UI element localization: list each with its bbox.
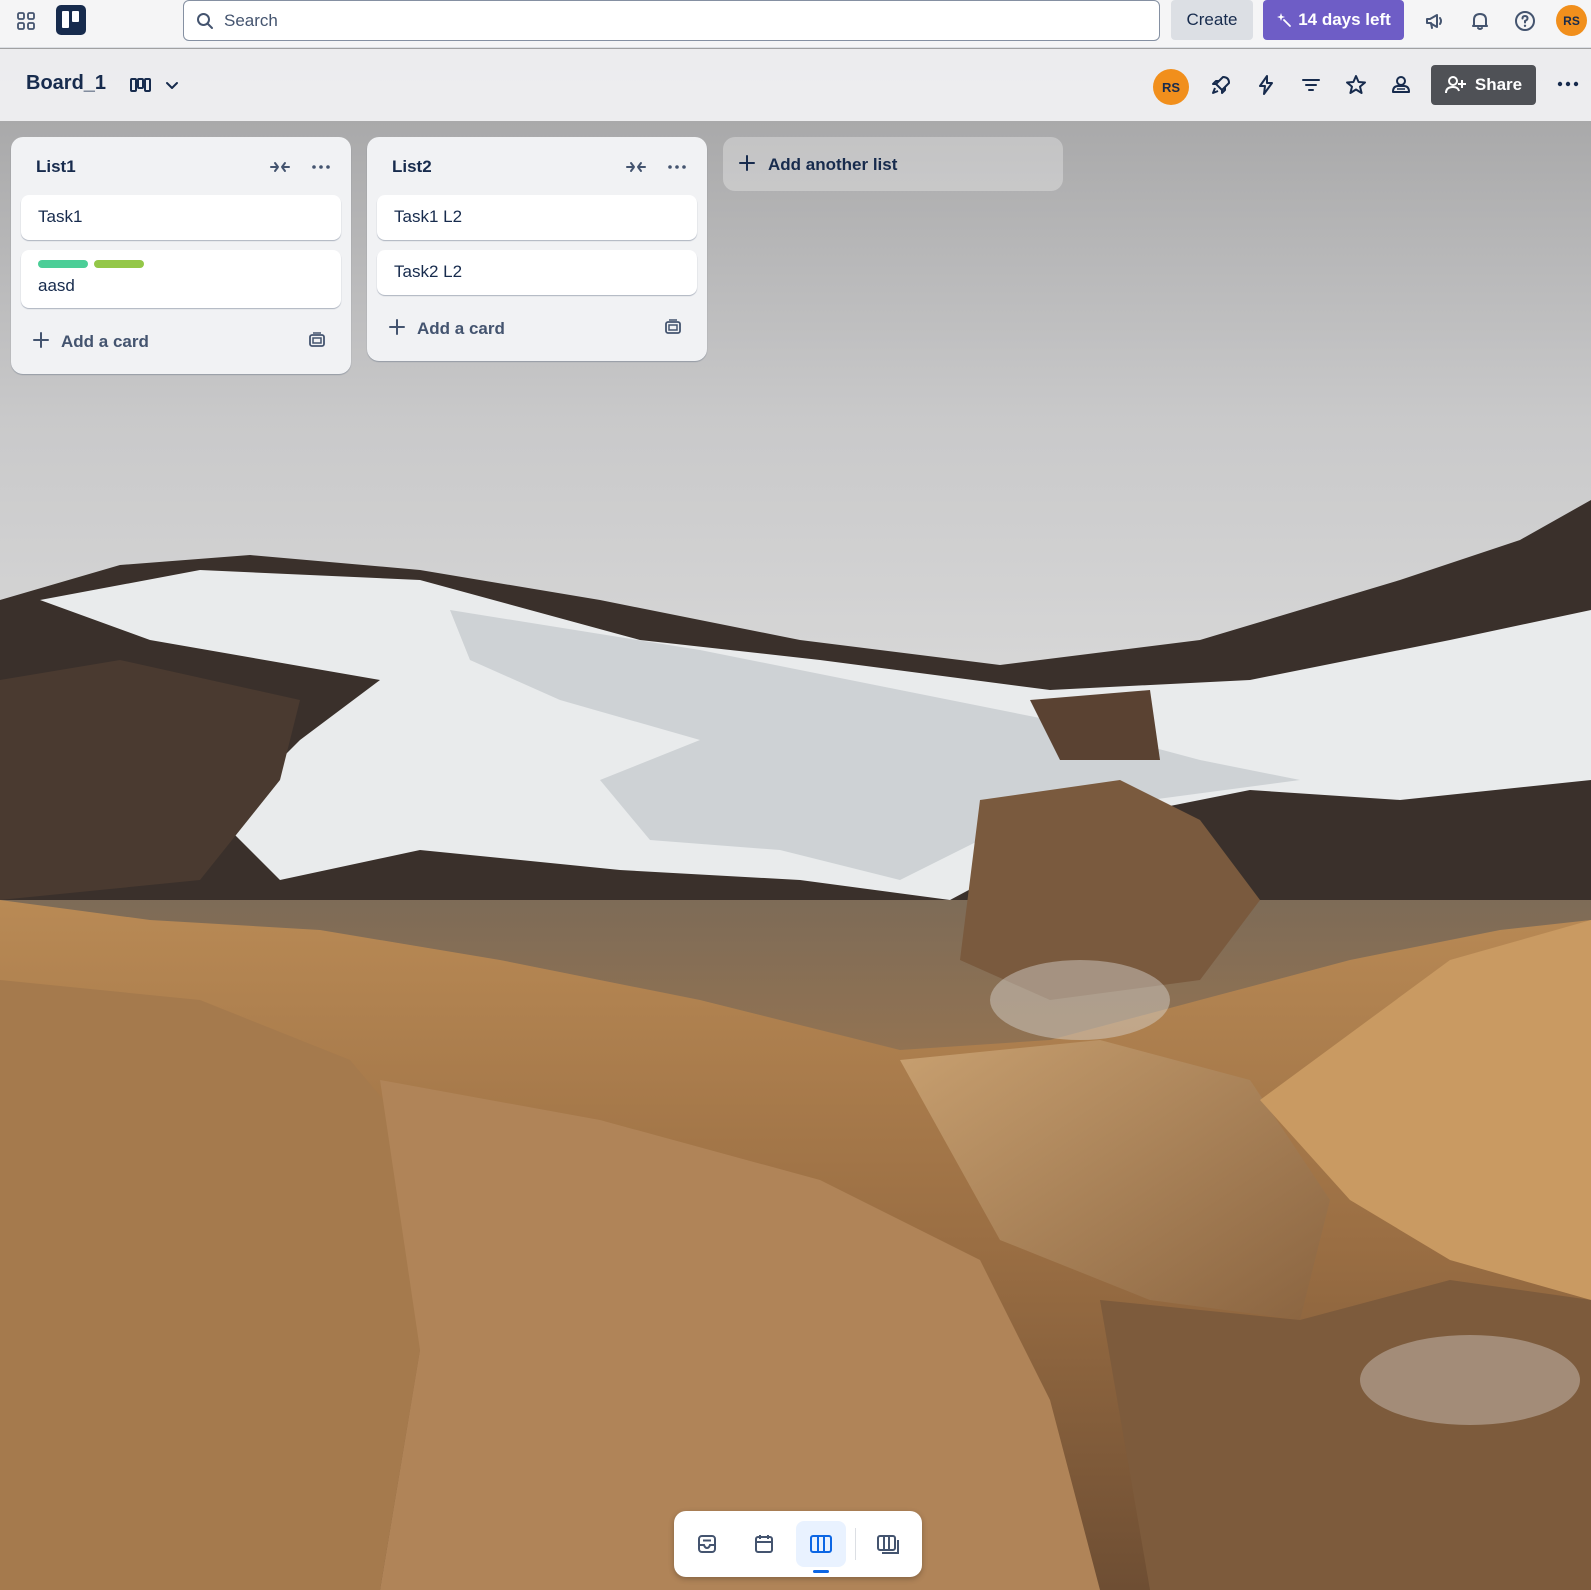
sparkle-icon (1277, 13, 1292, 27)
trial-days-label: 14 days left (1298, 10, 1391, 29)
board-menu-more-icon[interactable] (1555, 71, 1581, 97)
calendar-icon (755, 1535, 773, 1553)
add-card-label: Add a card (61, 332, 149, 351)
switch-boards-button[interactable] (863, 1521, 913, 1567)
plus-icon (33, 332, 49, 348)
help-icon[interactable] (1513, 9, 1537, 33)
card-title: Task1 (38, 207, 83, 226)
calendar-view-button[interactable] (739, 1521, 789, 1567)
label-green[interactable] (38, 260, 88, 268)
add-person-icon (1444, 76, 1466, 94)
inbox-view-button[interactable] (682, 1521, 732, 1567)
star-icon[interactable] (1344, 73, 1368, 97)
app-switcher-icon[interactable] (16, 11, 36, 31)
create-from-template-icon[interactable] (663, 317, 683, 337)
card[interactable]: Task1 (21, 195, 341, 240)
board-icon (810, 1535, 832, 1553)
visibility-workspace-icon[interactable] (1389, 73, 1413, 97)
list-title[interactable]: List1 (36, 157, 76, 177)
list-title[interactable]: List2 (392, 157, 432, 177)
collapse-list-icon[interactable] (624, 155, 648, 179)
share-button[interactable]: Share (1431, 65, 1536, 105)
list-actions-more-icon[interactable] (665, 155, 689, 179)
trello-logo[interactable] (56, 5, 86, 35)
card[interactable]: Task2 L2 (377, 250, 697, 295)
inbox-icon (698, 1535, 716, 1553)
share-label: Share (1474, 75, 1523, 94)
card[interactable]: aasd (21, 250, 341, 308)
filter-icon[interactable] (1299, 73, 1323, 97)
add-card-button[interactable]: Add a card (367, 305, 707, 353)
top-navigation-bar: Create 14 days left RS (0, 0, 1591, 48)
card-labels (38, 260, 324, 268)
switch-boards-icon (877, 1535, 899, 1554)
card-title: Task1 L2 (394, 207, 463, 226)
board-view-switcher-icon[interactable] (130, 74, 190, 98)
list-column: List2 Task1 L2 Task2 L2 Add a card (367, 137, 707, 361)
card-title: aasd (38, 276, 75, 295)
automation-lightning-icon[interactable] (1254, 73, 1278, 97)
add-list-button[interactable]: Add another list (723, 137, 1063, 191)
create-from-template-icon[interactable] (307, 330, 327, 350)
list-actions-more-icon[interactable] (309, 155, 333, 179)
create-button[interactable]: Create (1171, 0, 1253, 40)
board-view-button[interactable] (796, 1521, 846, 1573)
trial-days-button[interactable]: 14 days left (1263, 0, 1404, 40)
notifications-bell-icon[interactable] (1468, 9, 1492, 33)
board-header: Board_1 RS Share (0, 49, 1591, 121)
plus-icon (739, 155, 755, 171)
search-input[interactable] (224, 10, 1124, 31)
list-header: List1 (11, 137, 351, 195)
board-member-avatar[interactable]: RS (1153, 69, 1189, 105)
add-list-label: Add another list (768, 155, 898, 174)
card-title: Task2 L2 (394, 262, 463, 281)
megaphone-icon[interactable] (1423, 9, 1447, 33)
view-switcher-dock (674, 1511, 922, 1577)
add-card-label: Add a card (417, 319, 505, 338)
dock-divider (855, 1528, 856, 1560)
collapse-list-icon[interactable] (268, 155, 292, 179)
plus-icon (389, 319, 405, 335)
board-title[interactable]: Board_1 (26, 72, 106, 95)
list-column: List1 Task1 aasd Add a card (11, 137, 351, 374)
card[interactable]: Task1 L2 (377, 195, 697, 240)
power-ups-rocket-icon[interactable] (1209, 73, 1233, 97)
label-lime[interactable] (94, 260, 144, 268)
add-card-button[interactable]: Add a card (11, 318, 351, 366)
list-header: List2 (367, 137, 707, 195)
search-icon (197, 12, 213, 29)
user-avatar[interactable]: RS (1556, 5, 1587, 36)
search-bar[interactable] (183, 0, 1160, 41)
